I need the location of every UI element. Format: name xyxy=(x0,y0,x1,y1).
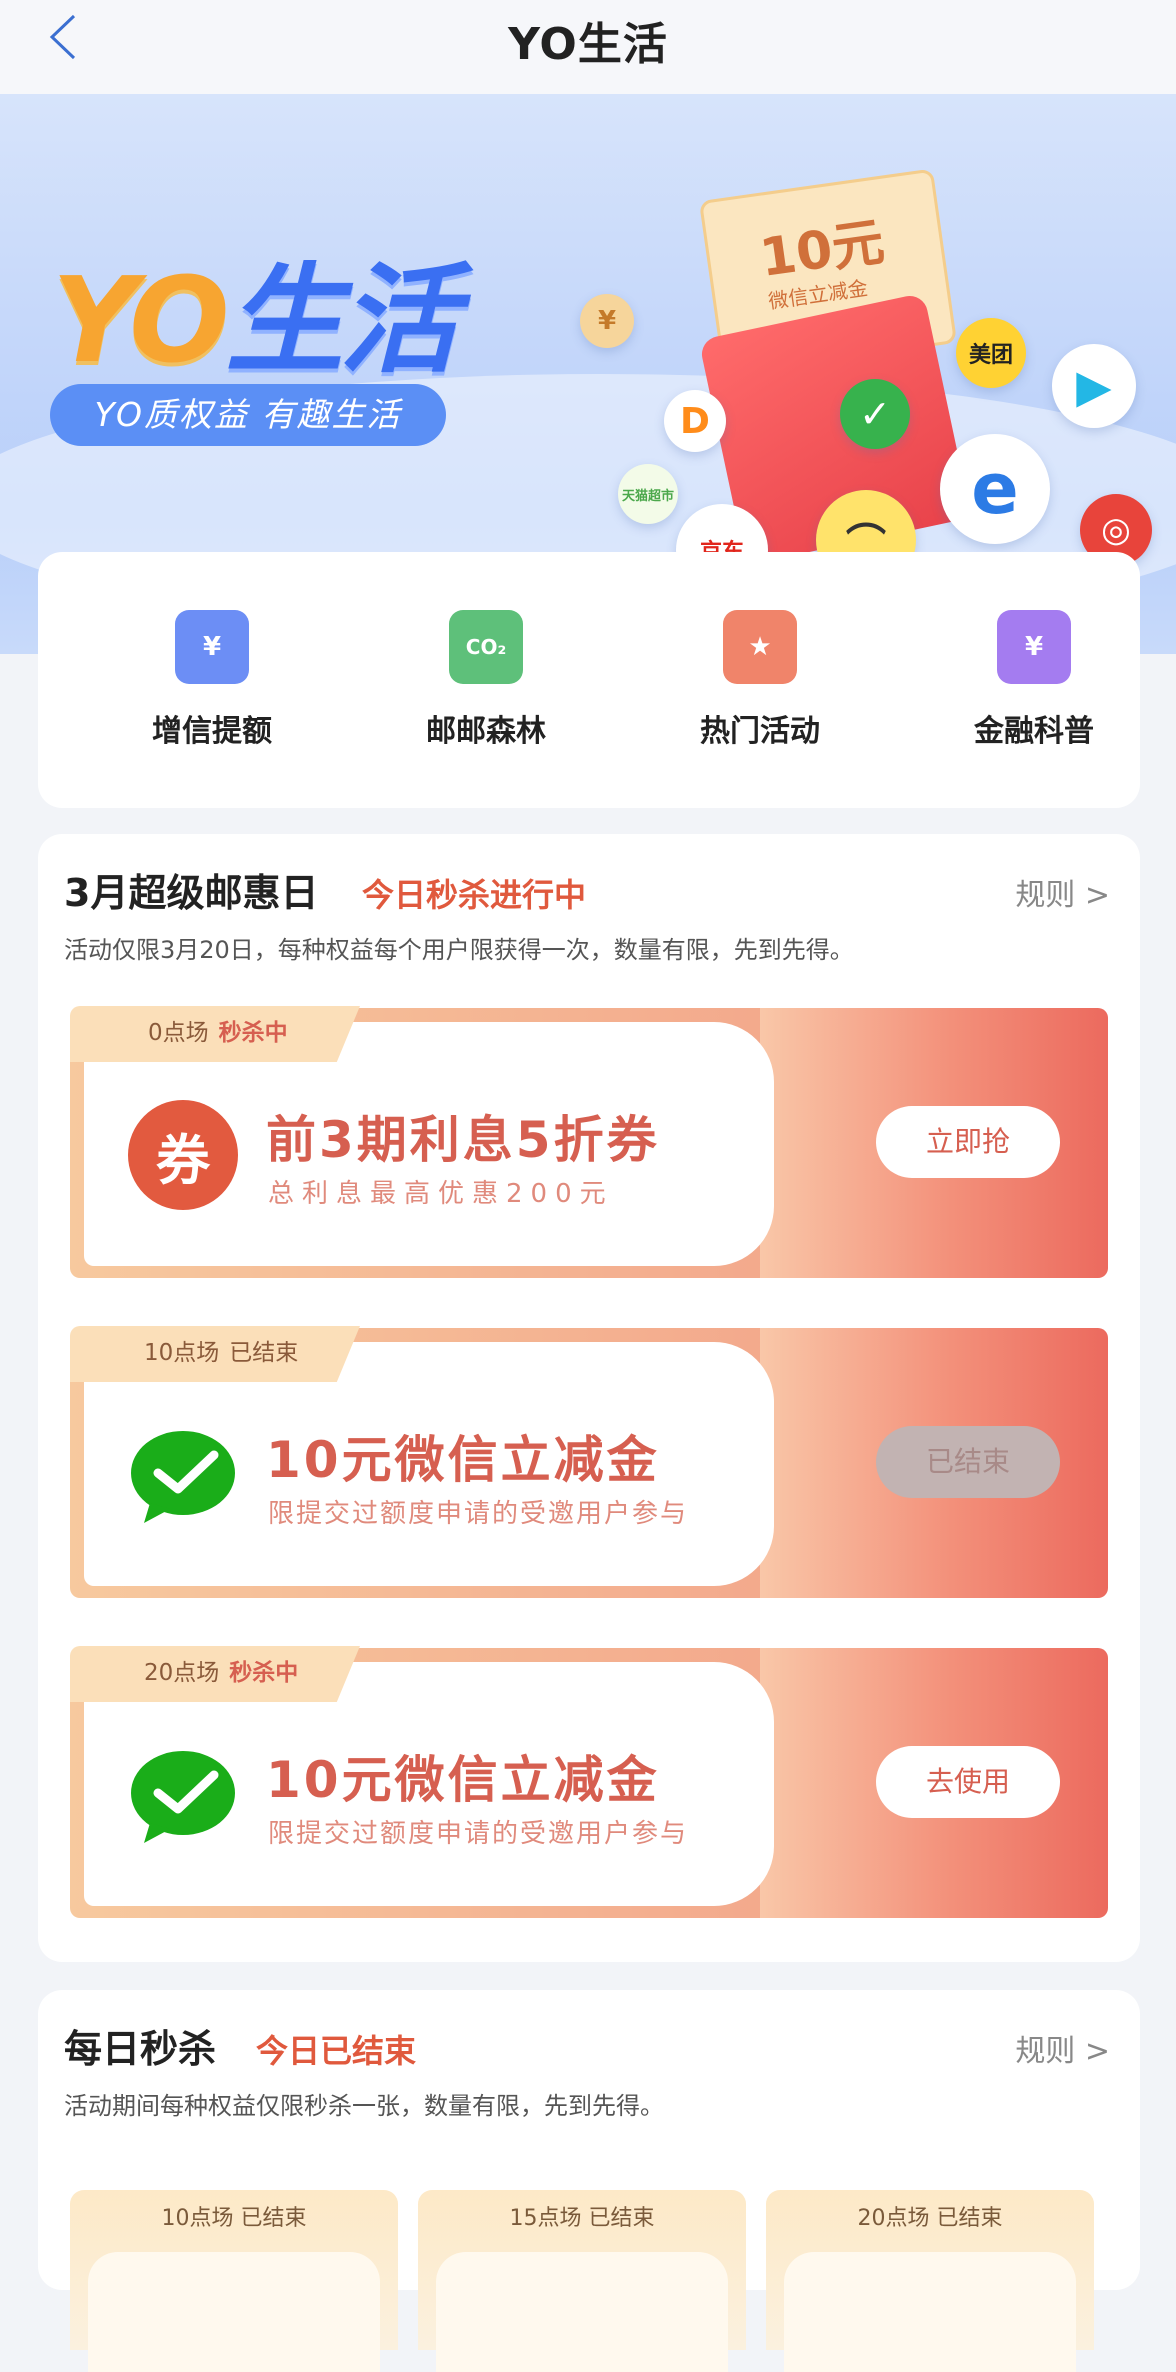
session-label: 20点场 已结束 xyxy=(857,2206,1003,2231)
didi-icon: D xyxy=(664,390,726,452)
quick-item-label: 邮邮森林 xyxy=(426,714,546,749)
wechat-icon xyxy=(128,1740,238,1850)
quick-item-label: 金融科普 xyxy=(974,714,1094,749)
coupon-card: 0点场 秒杀中 券 前3期利息5折券 总利息最高优惠200元 立即抢 xyxy=(70,1006,1108,1278)
session-tag: 0点场 秒杀中 xyxy=(70,1006,360,1062)
coin-icon: ¥ xyxy=(580,294,634,348)
card-subtitle: 总利息最高优惠200元 xyxy=(268,1179,614,1209)
e-app-icon: e xyxy=(940,434,1050,544)
coupon-card: 20点场 秒杀中 10元微信立减金 限提交过额度申请的受邀用户参与 去使用 xyxy=(70,1646,1108,1918)
session-label: 10点场 已结束 xyxy=(161,2206,307,2231)
banner-slogan: YO质权益 有趣生活 xyxy=(50,384,446,446)
meituan-icon: 美团 xyxy=(956,318,1026,388)
co2-cloud-icon: CO₂ xyxy=(449,610,523,684)
wechat-icon xyxy=(128,1420,238,1530)
finance-search-icon: ¥ xyxy=(997,610,1071,684)
session-card[interactable]: 20点场 已结束 xyxy=(766,2190,1094,2372)
super-day-panel: 3月超级邮惠日 今日秒杀进行中 规则 > 活动仅限3月20日，每种权益每个用户限… xyxy=(38,834,1140,1962)
section-status: 今日已结束 xyxy=(256,2032,417,2070)
play-video-icon: ▶ xyxy=(1052,344,1136,428)
coupon-card: 10点场 已结束 10元微信立减金 限提交过额度申请的受邀用户参与 已结束 xyxy=(70,1326,1108,1598)
check-icon: ✓ xyxy=(840,379,910,449)
card-subtitle: 限提交过额度申请的受邀用户参与 xyxy=(268,1499,689,1529)
page-title: YO生活 xyxy=(508,19,668,70)
quick-item-label: 增信提额 xyxy=(152,714,272,749)
daily-flash-sale-panel: 每日秒杀 今日已结束 规则 > 活动期间每种权益仅限秒杀一张，数量有限，先到先得… xyxy=(38,1990,1140,2372)
card-title: 10元微信立减金 xyxy=(266,1431,660,1489)
session-tag: 10点场 已结束 xyxy=(70,1326,360,1382)
section-description: 活动仅限3月20日，每种权益每个用户限获得一次，数量有限，先到先得。 xyxy=(64,936,854,964)
quick-item-finance[interactable]: ¥ 金融科普 xyxy=(934,610,1134,750)
quick-item-forest[interactable]: CO₂ 邮邮森林 xyxy=(386,610,586,750)
card-title: 前3期利息5折券 xyxy=(266,1111,660,1169)
section-title: 3月超级邮惠日 xyxy=(64,871,319,915)
wallet-yuan-icon: ¥ xyxy=(175,610,249,684)
use-button[interactable]: 去使用 xyxy=(876,1746,1060,1818)
rules-link[interactable]: 规则 > xyxy=(1015,870,1110,914)
section-description: 活动期间每种权益仅限秒杀一张，数量有限，先到先得。 xyxy=(64,2092,664,2120)
brand-logo: YO生活 xyxy=(52,251,458,389)
rules-link[interactable]: 规则 > xyxy=(1015,2026,1110,2070)
card-subtitle: 限提交过额度申请的受邀用户参与 xyxy=(268,1819,689,1849)
top-bar: YO生活 xyxy=(0,0,1176,94)
coupon-icon: 券 xyxy=(128,1100,238,1210)
session-tag: 20点场 秒杀中 xyxy=(70,1646,360,1702)
quick-item-activities[interactable]: ★ 热门活动 xyxy=(660,610,860,750)
quick-entry-panel: ¥ 增信提额 CO₂ 邮邮森林 ★ 热门活动 ¥ 金融科普 xyxy=(38,552,1140,808)
section-status: 今日秒杀进行中 xyxy=(362,876,587,914)
section-title: 每日秒杀 xyxy=(64,2027,217,2071)
star-bookmark-icon: ★ xyxy=(723,610,797,684)
grab-button[interactable]: 立即抢 xyxy=(876,1106,1060,1178)
quick-item-credit[interactable]: ¥ 增信提额 xyxy=(112,610,312,750)
tmall-icon: 天猫超市 xyxy=(618,464,678,524)
ended-button[interactable]: 已结束 xyxy=(876,1426,1060,1498)
session-label: 15点场 已结束 xyxy=(509,2206,655,2231)
session-card[interactable]: 15点场 已结束 xyxy=(418,2190,746,2372)
card-title: 10元微信立减金 xyxy=(266,1751,660,1809)
quick-item-label: 热门活动 xyxy=(700,714,820,749)
session-card[interactable]: 10点场 已结束 xyxy=(70,2190,398,2372)
